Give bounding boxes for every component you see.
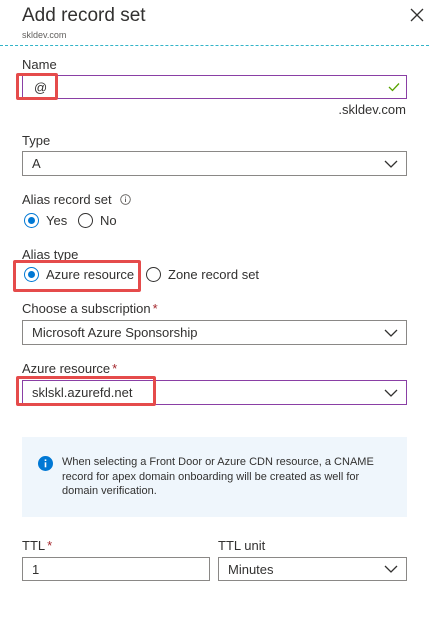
- ttl-input[interactable]: 1: [22, 557, 210, 581]
- name-domain-suffix: .skldev.com: [338, 102, 406, 117]
- radio-zone-record-set[interactable]: [146, 267, 161, 282]
- azure-resource-label-row: Azure resource *: [22, 361, 117, 376]
- subscription-label: Choose a subscription: [22, 301, 151, 316]
- ttl-unit-label: TTL unit: [218, 538, 266, 553]
- radio-no[interactable]: [78, 213, 93, 228]
- ttl-label-row: TTL *: [22, 538, 52, 553]
- alias-type-highlight-box: [13, 260, 141, 292]
- close-button[interactable]: [406, 4, 428, 26]
- alias-record-set-label-row: Alias record set: [22, 192, 131, 207]
- header-divider: [0, 45, 429, 46]
- radio-zone-record-set-label: Zone record set: [168, 267, 260, 282]
- chevron-down-icon: [384, 160, 398, 168]
- type-dropdown[interactable]: A: [22, 151, 407, 176]
- alias-record-set-label: Alias record set: [22, 192, 112, 207]
- radio-no-label: No: [100, 213, 117, 228]
- info-message-text: When selecting a Front Door or Azure CDN…: [62, 456, 374, 497]
- required-mark: *: [47, 538, 53, 553]
- radio-yes-label: Yes: [46, 213, 68, 228]
- alias-option-no[interactable]: No: [78, 213, 117, 228]
- type-label: Type: [22, 133, 51, 148]
- ttl-unit-dropdown[interactable]: Minutes: [218, 557, 407, 581]
- info-icon[interactable]: [119, 194, 131, 205]
- alias-option-yes[interactable]: Yes: [24, 213, 67, 228]
- subscription-label-row: Choose a subscription *: [22, 301, 158, 316]
- alias-type-zone-record-set[interactable]: Zone record set: [146, 267, 259, 282]
- close-icon: [410, 8, 424, 22]
- name-input[interactable]: @: [22, 75, 407, 99]
- info-message-box: When selecting a Front Door or Azure CDN…: [22, 437, 407, 517]
- radio-yes[interactable]: [24, 213, 39, 228]
- checkmark-icon: [388, 83, 400, 92]
- type-dropdown-value: A: [32, 156, 41, 171]
- azure-resource-highlight-box: [16, 376, 156, 406]
- required-mark: *: [112, 361, 118, 376]
- required-mark: *: [152, 301, 158, 316]
- subscription-dropdown[interactable]: Microsoft Azure Sponsorship: [22, 320, 407, 345]
- name-label: Name: [22, 57, 57, 72]
- chevron-down-icon: [384, 565, 398, 573]
- ttl-unit-dropdown-value: Minutes: [228, 561, 274, 577]
- info-circle-icon: [38, 456, 53, 471]
- ttl-input-value: 1: [32, 561, 40, 577]
- panel-subtitle: skldev.com: [22, 30, 67, 40]
- panel-title: Add record set: [22, 5, 146, 26]
- subscription-dropdown-value: Microsoft Azure Sponsorship: [32, 325, 198, 340]
- chevron-down-icon: [384, 389, 398, 397]
- name-highlight-box: [16, 73, 58, 100]
- ttl-label: TTL: [22, 538, 46, 553]
- azure-resource-label: Azure resource: [22, 361, 111, 376]
- chevron-down-icon: [384, 329, 398, 337]
